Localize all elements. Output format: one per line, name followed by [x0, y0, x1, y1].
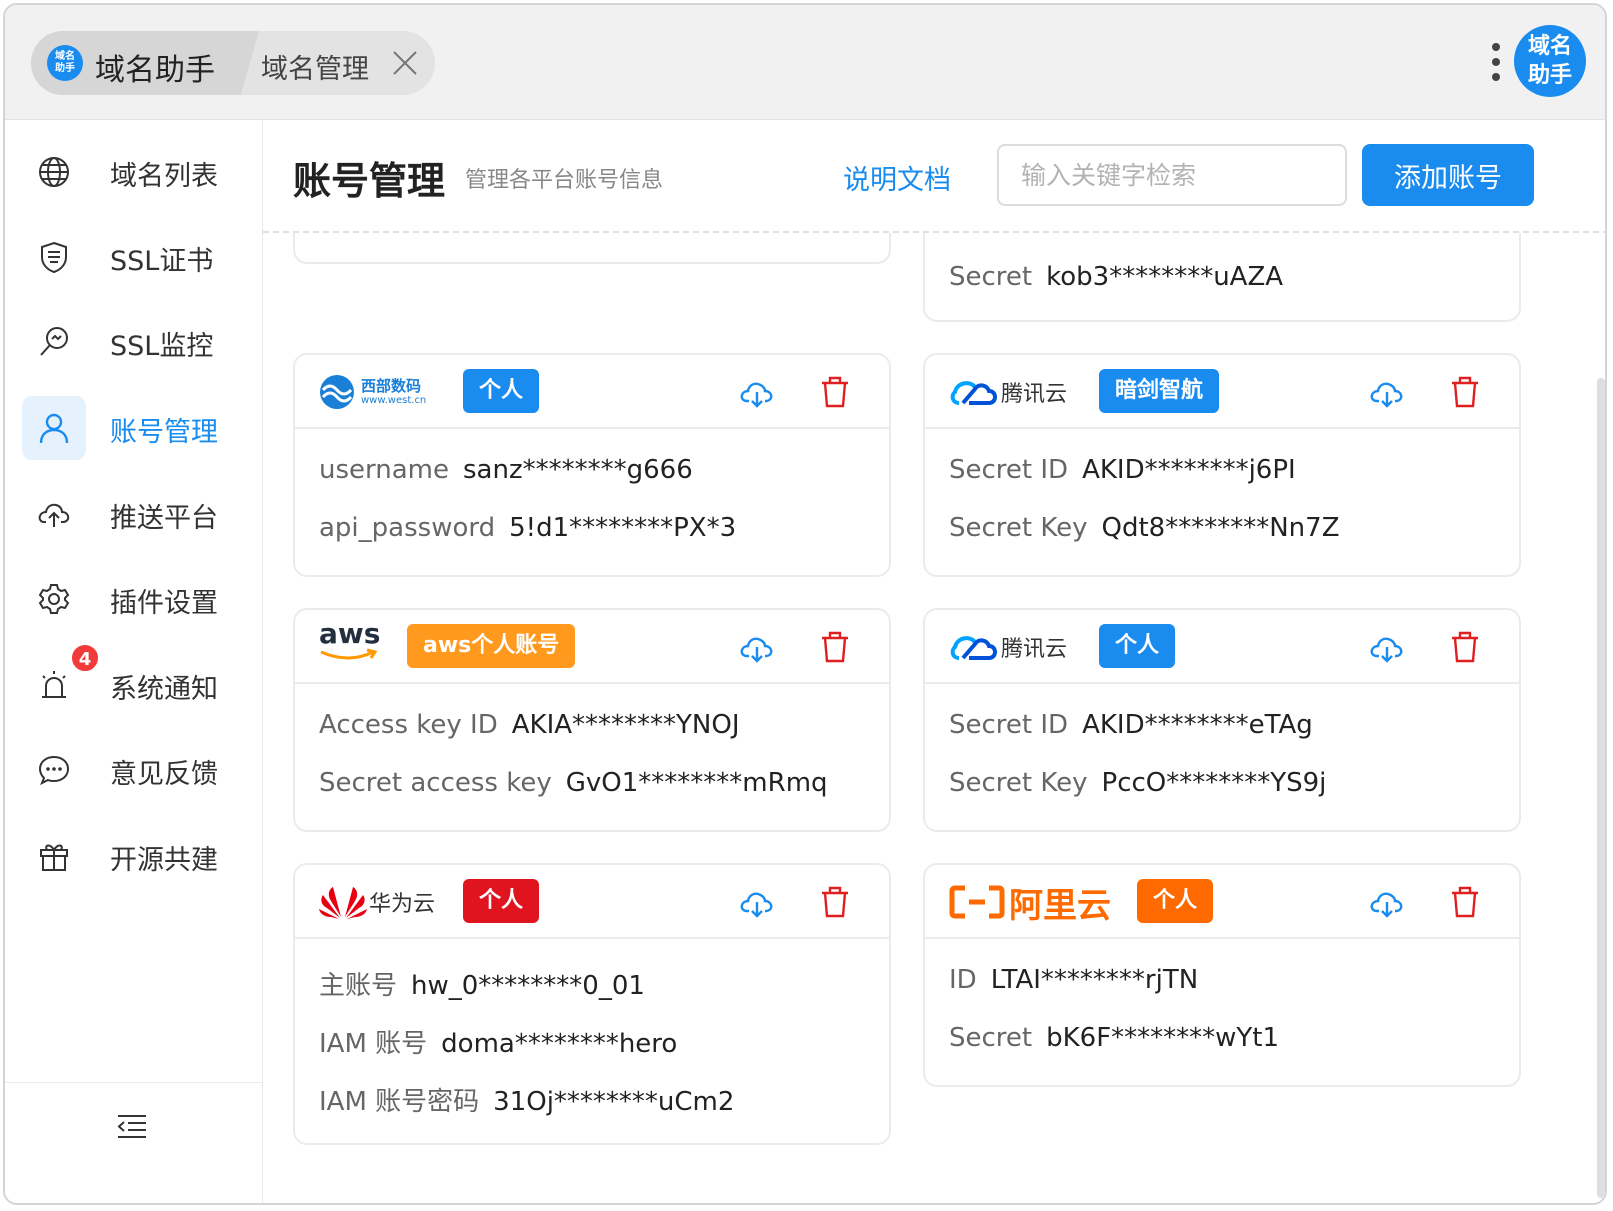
user-icon: [39, 413, 69, 444]
cloud-download-icon[interactable]: [739, 885, 775, 921]
account-field: Secret access key GvO1********mRmq: [319, 768, 828, 798]
account-field: Secret Key PccO********YS9j: [949, 768, 1327, 798]
sidebar-item-system-notice[interactable]: 4 系统通知: [22, 643, 246, 717]
aws-logo: aws: [319, 620, 380, 666]
account-tag: 个人: [463, 369, 540, 413]
account-card-tencent: 腾讯云 暗剑智航 Secret ID AKID********j6PI Secre…: [923, 353, 1521, 577]
tab-strip: 域名 助手 域名助手 域名管理: [31, 31, 435, 95]
trash-icon[interactable]: [1449, 375, 1481, 409]
main-content: 账号管理 管理各平台账号信息 说明文档 添加账号 Secretkob3*****…: [263, 120, 1605, 1203]
sidebar-item-account-management[interactable]: 账号管理: [22, 396, 246, 460]
menu-collapse-icon[interactable]: [115, 1109, 149, 1143]
app-window: 域名 助手 域名助手 域名管理 域名 助手 域名列表 SSL证书 SSL监控 账…: [3, 3, 1607, 1205]
account-tag: 暗剑智航: [1099, 369, 1220, 413]
trash-icon[interactable]: [1449, 885, 1481, 919]
globe-icon: [39, 157, 69, 187]
card-header: 华为云 个人: [295, 865, 889, 939]
account-field: Secret ID AKID********eTAg: [949, 710, 1313, 740]
account-field: Secret bK6F********wYt1: [949, 1023, 1280, 1053]
tencent-cloud-logo: 腾讯云: [949, 369, 1067, 415]
notification-badge: 4: [70, 643, 100, 673]
page-title: 账号管理: [293, 159, 446, 203]
top-bar: 域名 助手 域名助手 域名管理 域名 助手: [5, 5, 1605, 120]
card-header: 西部数码 www.west.cn 个人: [295, 355, 889, 429]
account-field: Secret Key Qdt8********Nn7Z: [949, 513, 1340, 543]
account-tag: 个人: [1137, 879, 1214, 923]
sidebar-item-feedback[interactable]: 意见反馈: [22, 738, 246, 802]
page-subtitle: 管理各平台账号信息: [465, 168, 664, 193]
account-card-tencent: 腾讯云 个人 Secret ID AKID********eTAg Secret …: [923, 608, 1521, 832]
account-field: Secret ID AKID********j6PI: [949, 455, 1296, 485]
account-tag: 个人: [463, 879, 540, 923]
search-input[interactable]: [997, 144, 1347, 206]
cloud-upload-icon: [38, 503, 70, 527]
card-header: 腾讯云 个人: [925, 610, 1519, 684]
tab-domain-management[interactable]: 域名管理: [261, 47, 369, 86]
trash-icon[interactable]: [819, 630, 851, 664]
card-header: aws aws个人账号: [295, 610, 889, 684]
sidebar-item-plugin-settings[interactable]: 插件设置: [22, 567, 246, 631]
account-card-aws: aws aws个人账号 Access key ID AKIA********YNO…: [293, 608, 891, 832]
sidebar-item-domain-list[interactable]: 域名列表: [22, 140, 246, 204]
sidebar-item-label: SSL监控: [110, 331, 214, 362]
cloud-download-icon[interactable]: [1369, 375, 1405, 411]
sidebar-item-label: 插件设置: [110, 588, 218, 619]
sidebar-item-push-platform[interactable]: 推送平台: [22, 482, 246, 546]
sidebar-item-label: 意见反馈: [110, 759, 218, 790]
account-card-huawei: 华为云 个人 主账号 hw_0********0_01 IAM 账号 doma***…: [293, 863, 891, 1145]
shield-certificate-icon: [41, 241, 67, 274]
gift-icon: [40, 844, 68, 871]
sidebar-item-label: 域名列表: [110, 161, 218, 192]
sidebar-item-label: SSL证书: [110, 246, 214, 277]
account-tag: aws个人账号: [407, 624, 576, 668]
sidebar-item-label: 推送平台: [110, 503, 218, 534]
cloud-download-icon[interactable]: [739, 375, 775, 411]
account-tag: 个人: [1099, 624, 1176, 668]
add-account-button[interactable]: 添加账号: [1362, 144, 1534, 206]
account-field: 主账号 hw_0********0_01: [319, 971, 645, 1001]
alarm-icon: [42, 671, 66, 698]
close-icon[interactable]: [391, 49, 419, 77]
sidebar-footer: [5, 1082, 262, 1203]
cloud-download-icon[interactable]: [1369, 630, 1405, 666]
page-header: 账号管理 管理各平台账号信息 说明文档 添加账号: [263, 120, 1605, 233]
account-field: Secret kob3********uAZA: [949, 262, 1284, 292]
sidebar-item-label: 开源共建: [110, 845, 218, 876]
account-field: IAM 账号 doma********hero: [319, 1029, 678, 1059]
card-header: 腾讯云 暗剑智航: [925, 355, 1519, 429]
app-logo-icon: 域名 助手: [47, 45, 83, 81]
account-field: username sanz********g666: [319, 455, 693, 485]
cloud-download-icon[interactable]: [739, 630, 775, 666]
account-field: ID LTAI********rjTN: [949, 965, 1199, 995]
west-cn-logo: 西部数码 www.west.cn: [319, 369, 426, 415]
account-field: api_password 5!d1********PX*3: [319, 513, 737, 543]
documentation-link[interactable]: 说明文档: [843, 158, 951, 197]
tencent-cloud-logo: 腾讯云: [949, 624, 1067, 670]
aliyun-logo: 阿里云: [949, 879, 1111, 926]
scrollbar[interactable]: [1597, 378, 1605, 1198]
sidebar-item-label: 系统通知: [110, 674, 218, 705]
trash-icon[interactable]: [1449, 630, 1481, 664]
sidebar-item-ssl-monitor[interactable]: SSL监控: [22, 310, 246, 374]
avatar[interactable]: 域名 助手: [1514, 25, 1586, 97]
sidebar: 域名列表 SSL证书 SSL监控 账号管理 推送平台 插件设置 4 系统通知 意…: [5, 120, 263, 1203]
sidebar-item-open-source[interactable]: 开源共建: [22, 824, 246, 888]
card-header: 阿里云 个人: [925, 865, 1519, 939]
account-field: IAM 账号密码 31Oj********uCm2: [319, 1087, 735, 1117]
huawei-cloud-logo: 华为云: [319, 879, 435, 925]
chat-icon: [38, 755, 70, 786]
account-card-aliyun: 阿里云 个人 ID LTAI********rjTN Secret bK6F****…: [923, 863, 1521, 1087]
tab-domain-helper-label: 域名助手: [95, 53, 215, 88]
sidebar-item-ssl-cert[interactable]: SSL证书: [22, 225, 246, 289]
trash-icon[interactable]: [819, 885, 851, 919]
cloud-download-icon[interactable]: [1369, 885, 1405, 921]
monitor-search-icon: [40, 327, 68, 356]
trash-icon[interactable]: [819, 375, 851, 409]
account-field: Access key ID AKIA********YNOJ: [319, 710, 740, 740]
gear-icon: [38, 584, 70, 614]
account-card-west: 西部数码 www.west.cn 个人 username sanz********…: [293, 353, 891, 577]
sidebar-item-label: 账号管理: [110, 417, 218, 448]
more-menu-icon[interactable]: [1491, 43, 1501, 87]
